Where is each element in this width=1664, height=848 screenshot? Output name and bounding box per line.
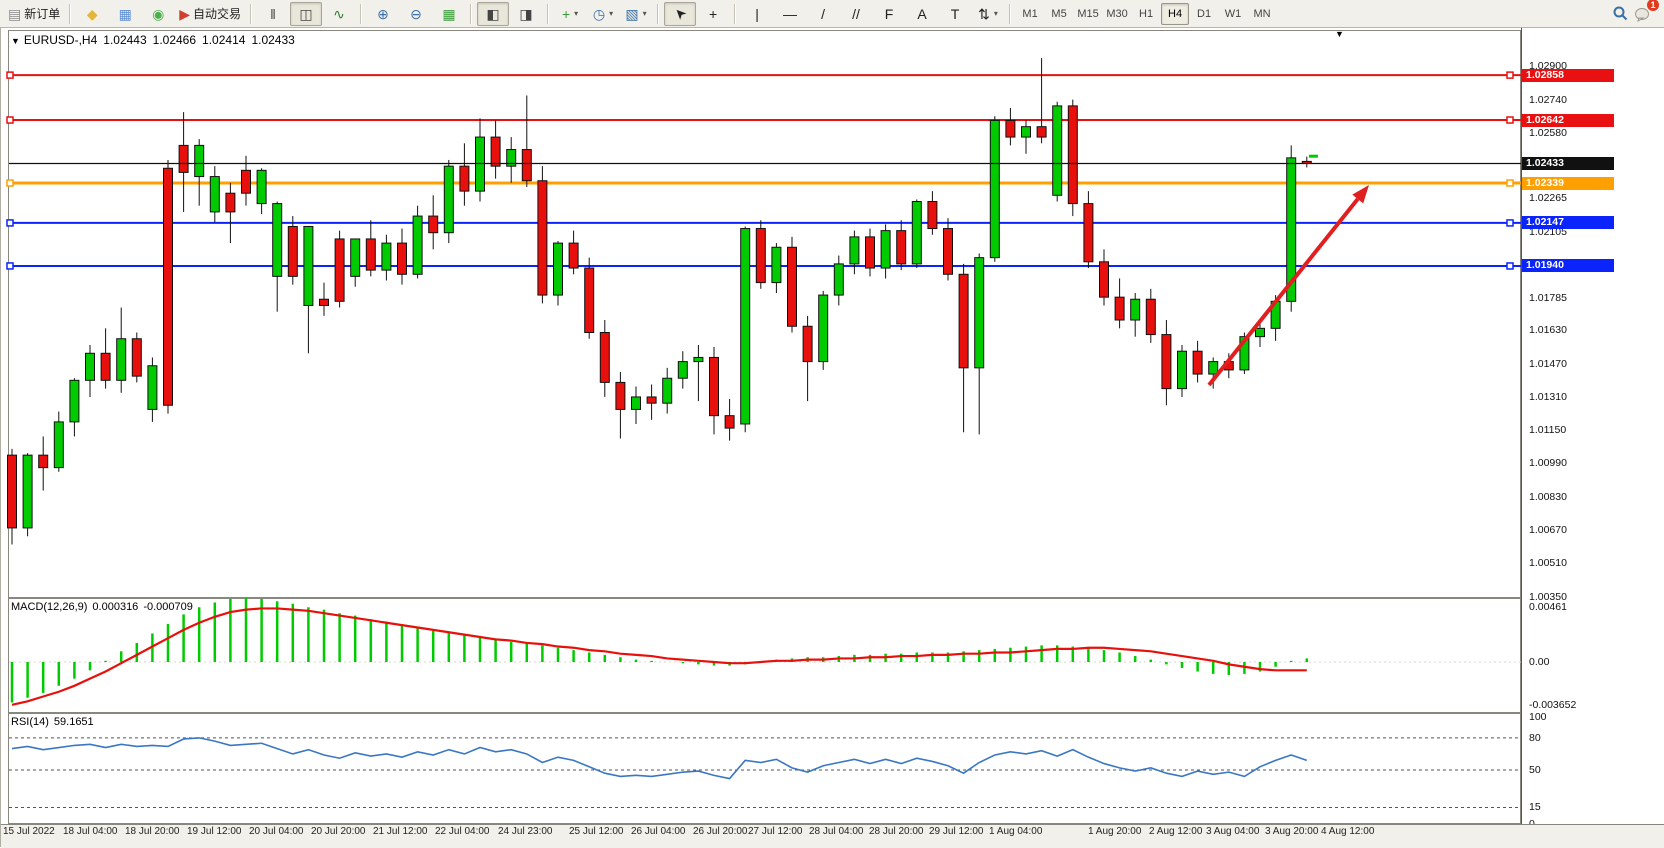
text-label-icon: T bbox=[951, 7, 960, 21]
fibonacci-icon[interactable]: F bbox=[873, 2, 905, 26]
ohlc-high: 1.02466 bbox=[153, 33, 196, 47]
timeframe-mn[interactable]: MN bbox=[1248, 3, 1276, 25]
time-axis-strip[interactable] bbox=[1, 824, 1664, 848]
templates-icon[interactable]: ▧▾ bbox=[620, 2, 652, 26]
toolbar-separator bbox=[69, 4, 71, 24]
crosshair-icon: + bbox=[709, 7, 717, 21]
chevron-down-icon: ▾ bbox=[643, 9, 647, 18]
timeframe-m1[interactable]: M1 bbox=[1016, 3, 1044, 25]
auto-arrange-icon[interactable]: ◧ bbox=[477, 2, 509, 26]
main-toolbar: ▤新订单◆▦◉▶自动交易‖◫∿⊕⊖▦◧◨+▾◷▾▧▾➤+|—///FAT⇅▾ M… bbox=[0, 0, 1664, 28]
tile-windows-icon: ▦ bbox=[442, 7, 455, 21]
rsi-value: 59.1651 bbox=[54, 716, 94, 728]
ohlc-low: 1.02414 bbox=[202, 33, 245, 47]
quotes-icon[interactable]: ◆ bbox=[76, 2, 108, 26]
chart-canvas[interactable] bbox=[1, 28, 1664, 847]
macd-signal-value: -0.000709 bbox=[143, 601, 193, 613]
new-chart-icon: + bbox=[562, 7, 570, 21]
ohlc-open: 1.02443 bbox=[103, 33, 146, 47]
autotrading-icon: ▶ bbox=[179, 7, 190, 21]
toolbar-separator bbox=[250, 4, 252, 24]
quotes-icon: ◆ bbox=[87, 7, 98, 21]
text-icon: A bbox=[917, 7, 926, 21]
new-order-button-label: 新订单 bbox=[24, 5, 60, 22]
ohlc-close: 1.02433 bbox=[251, 33, 294, 47]
text-icon[interactable]: A bbox=[906, 2, 938, 26]
chart-shift-icon: ◨ bbox=[519, 7, 532, 21]
timeframe-m5[interactable]: M5 bbox=[1045, 3, 1073, 25]
chevron-down-icon: ▾ bbox=[609, 9, 613, 18]
toolbar-separator bbox=[547, 4, 549, 24]
zoom-out-icon: ⊖ bbox=[410, 7, 422, 21]
notification-badge: 1 bbox=[1647, 0, 1659, 11]
bar-chart-icon[interactable]: ‖ bbox=[257, 2, 289, 26]
zoom-out-icon[interactable]: ⊖ bbox=[400, 2, 432, 26]
timeframe-d1[interactable]: D1 bbox=[1190, 3, 1218, 25]
chart-shift-marker-icon[interactable]: ▼ bbox=[1335, 29, 1344, 39]
shapes-icon[interactable]: ⇅▾ bbox=[972, 2, 1004, 26]
rsi-name: RSI(14) bbox=[11, 716, 49, 728]
timeframe-bar: M1M5M15M30H1H4D1W1MN bbox=[1016, 3, 1276, 25]
chart-collapse-icon[interactable]: ▼ bbox=[11, 36, 20, 46]
zoom-in-icon: ⊕ bbox=[377, 7, 389, 21]
tile-windows-icon[interactable]: ▦ bbox=[433, 2, 465, 26]
chart-window-icon[interactable]: ▦ bbox=[109, 2, 141, 26]
text-label-icon[interactable]: T bbox=[939, 2, 971, 26]
horizontal-line-icon: — bbox=[783, 7, 797, 21]
auto-arrange-icon: ◧ bbox=[486, 7, 499, 21]
new-order-button[interactable]: ▤新订单 bbox=[4, 2, 64, 26]
toolbar-separator bbox=[734, 4, 736, 24]
templates-icon: ▧ bbox=[625, 7, 638, 21]
chart-title: ▼ EURUSD-,H4 1.02443 1.02466 1.02414 1.02433 bbox=[11, 33, 301, 47]
new-order-icon: ▤ bbox=[8, 7, 21, 21]
periods-icon: ◷ bbox=[593, 7, 605, 21]
timeframe-m15[interactable]: M15 bbox=[1074, 3, 1102, 25]
vertical-line-icon[interactable]: | bbox=[741, 2, 773, 26]
cursor-icon: ➤ bbox=[671, 4, 689, 22]
trendline-icon: / bbox=[821, 7, 825, 21]
cursor-icon[interactable]: ➤ bbox=[664, 2, 696, 26]
symbol-period: EURUSD-,H4 bbox=[24, 33, 97, 47]
candlestick-chart-icon[interactable]: ◫ bbox=[290, 2, 322, 26]
bar-chart-icon: ‖ bbox=[270, 7, 276, 21]
toolbar-separator bbox=[360, 4, 362, 24]
chart-window[interactable]: 1.029001.027401.025801.022651.021051.017… bbox=[0, 28, 1664, 847]
periods-icon[interactable]: ◷▾ bbox=[587, 2, 619, 26]
toolbar-separator bbox=[657, 4, 659, 24]
trendline-icon[interactable]: / bbox=[807, 2, 839, 26]
macd-value: 0.000316 bbox=[92, 601, 138, 613]
signals-icon: ◉ bbox=[152, 7, 164, 21]
rsi-indicator-label: RSI(14) 59.1651 bbox=[11, 716, 99, 728]
crosshair-icon[interactable]: + bbox=[697, 2, 729, 26]
shapes-icon: ⇅ bbox=[978, 7, 990, 21]
channel-icon[interactable]: // bbox=[840, 2, 872, 26]
candlestick-chart-icon: ◫ bbox=[299, 7, 312, 21]
toolbar-separator bbox=[470, 4, 472, 24]
timeframe-m30[interactable]: M30 bbox=[1103, 3, 1131, 25]
macd-indicator-label: MACD(12,26,9) 0.000316 -0.000709 bbox=[11, 601, 198, 613]
chevron-down-icon: ▾ bbox=[994, 9, 998, 18]
macd-name: MACD(12,26,9) bbox=[11, 601, 87, 613]
chevron-down-icon: ▾ bbox=[574, 9, 578, 18]
channel-icon: // bbox=[852, 7, 860, 21]
autotrading-button-label: 自动交易 bbox=[193, 5, 241, 22]
timeframe-h1[interactable]: H1 bbox=[1132, 3, 1160, 25]
chart-window-icon: ▦ bbox=[119, 7, 132, 21]
zoom-in-icon[interactable]: ⊕ bbox=[367, 2, 399, 26]
search-icon[interactable] bbox=[1609, 3, 1631, 25]
notifications-icon[interactable]: 1 bbox=[1632, 3, 1654, 25]
timeframe-w1[interactable]: W1 bbox=[1219, 3, 1247, 25]
vertical-line-icon: | bbox=[755, 7, 759, 21]
autotrading-button[interactable]: ▶自动交易 bbox=[175, 2, 245, 26]
fibonacci-icon: F bbox=[885, 7, 894, 21]
chart-shift-icon[interactable]: ◨ bbox=[510, 2, 542, 26]
line-chart-icon: ∿ bbox=[333, 7, 345, 21]
toolbar-separator bbox=[1009, 4, 1011, 24]
signals-icon[interactable]: ◉ bbox=[142, 2, 174, 26]
timeframe-h4[interactable]: H4 bbox=[1161, 3, 1189, 25]
new-chart-icon[interactable]: +▾ bbox=[554, 2, 586, 26]
line-chart-icon[interactable]: ∿ bbox=[323, 2, 355, 26]
horizontal-line-icon[interactable]: — bbox=[774, 2, 806, 26]
